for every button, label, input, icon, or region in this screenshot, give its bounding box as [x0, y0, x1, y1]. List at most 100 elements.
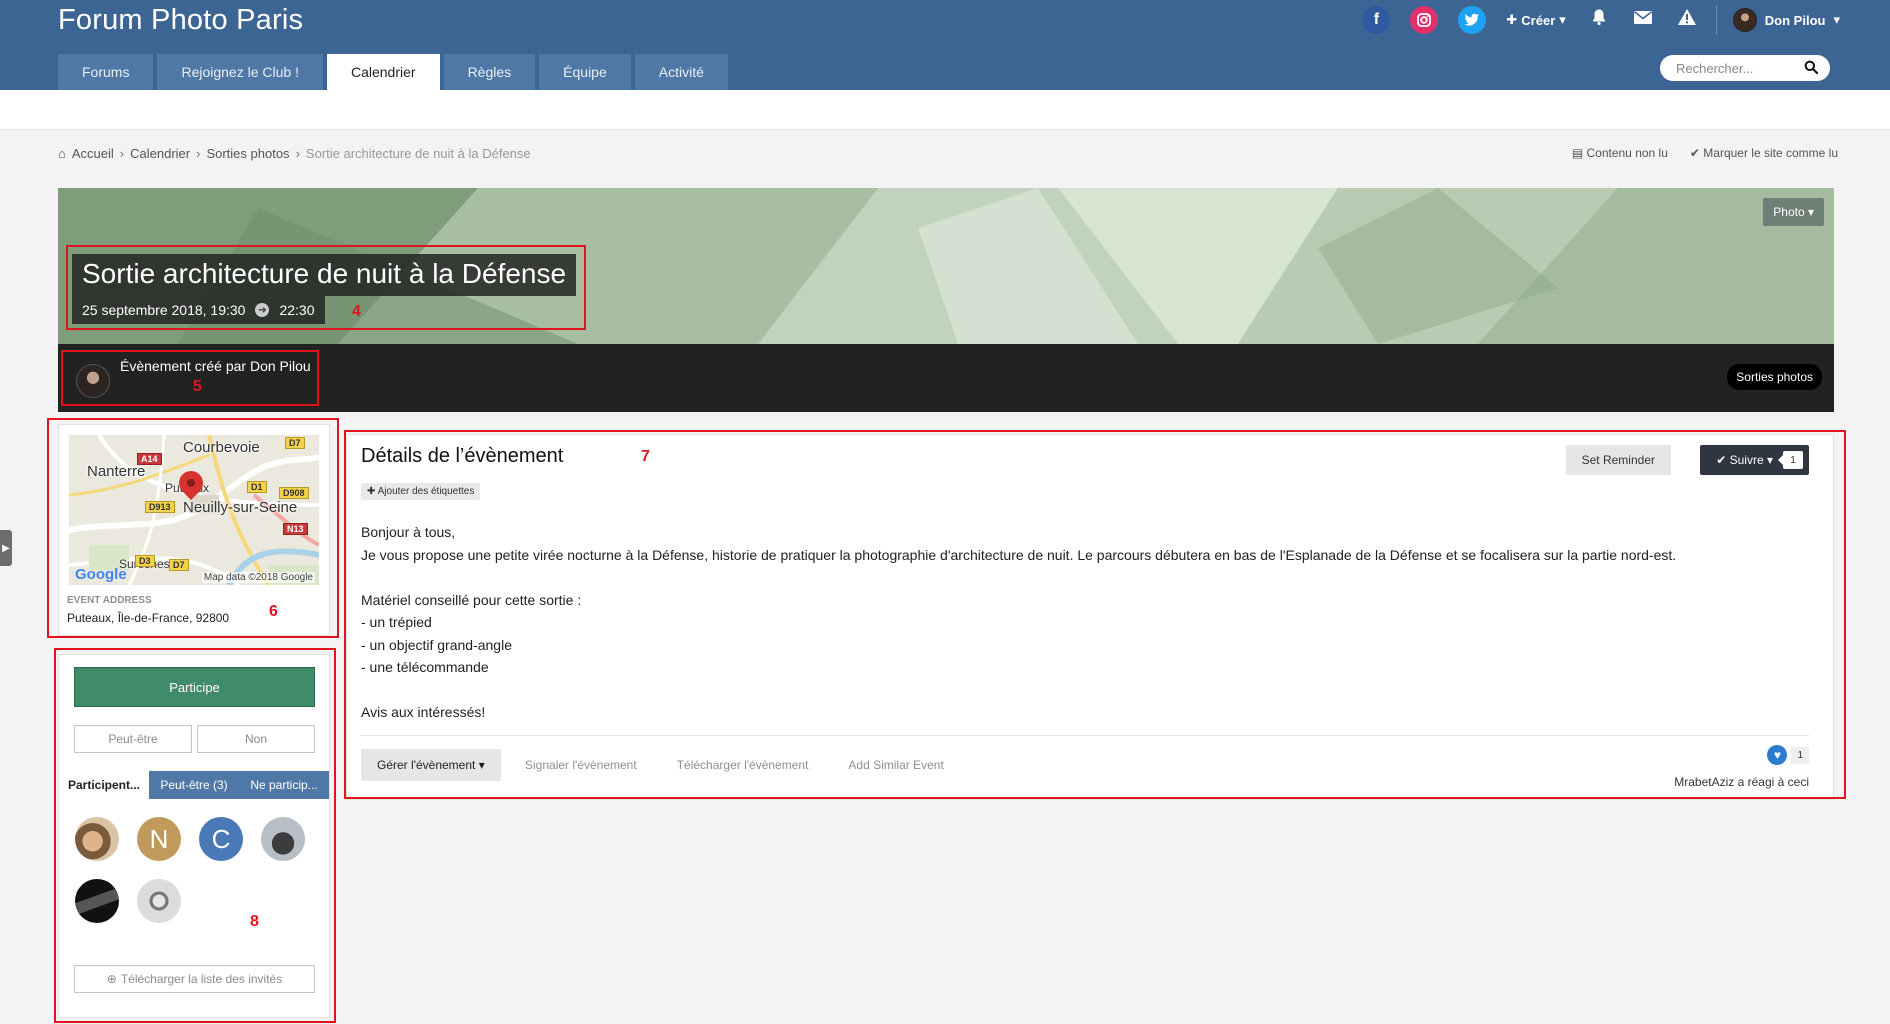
- tab-calendrier[interactable]: Calendrier: [326, 54, 440, 90]
- map-label-courbevoie: Courbevoie: [183, 439, 260, 456]
- event-title: Sortie architecture de nuit à la Défense: [72, 254, 577, 296]
- reaction-count: 1: [1791, 746, 1809, 764]
- site-actions: ▤ Contenu non lu ✔ Marquer le site comme…: [1572, 146, 1838, 160]
- photo-button-label: Photo: [1773, 205, 1805, 219]
- address-label: EVENT ADDRESS: [67, 595, 152, 606]
- search-icon[interactable]: [1804, 60, 1819, 77]
- manage-event-label: Gérer l'évènement: [377, 758, 476, 772]
- description-line: Je vous propose une petite virée nocturn…: [361, 546, 1677, 563]
- attendee-avatar[interactable]: [75, 817, 119, 861]
- tab-maybe[interactable]: Peut-être (3): [149, 771, 239, 799]
- road-d7: D7: [285, 437, 305, 449]
- main-nav: Forums Rejoignez le Club ! Calendrier Rè…: [58, 54, 728, 90]
- follow-button[interactable]: ✔ Suivre ▾ 1: [1700, 445, 1809, 475]
- check-icon: ✔: [1716, 453, 1730, 467]
- home-icon: ⌂: [58, 146, 66, 161]
- no-button[interactable]: Non: [197, 725, 315, 753]
- tab-attending[interactable]: Participent...: [59, 771, 149, 799]
- tab-club[interactable]: Rejoignez le Club !: [157, 54, 323, 90]
- annotation-number: 8: [250, 913, 259, 930]
- breadcrumb-calendar[interactable]: Calendrier: [130, 146, 190, 161]
- tab-activite[interactable]: Activité: [634, 54, 728, 90]
- attendee-avatar[interactable]: [261, 817, 305, 861]
- breadcrumb-current: Sortie architecture de nuit à la Défense: [305, 146, 531, 161]
- add-tags-button[interactable]: ✚ Ajouter des étiquettes: [361, 483, 481, 500]
- road-a14: A14: [137, 453, 162, 465]
- mark-read-link[interactable]: ✔ Marquer le site comme lu: [1690, 146, 1838, 160]
- tab-regles[interactable]: Règles: [443, 54, 536, 90]
- map-attribution: Map data ©2018 Google: [201, 572, 315, 583]
- attendee-list: N C: [75, 817, 315, 923]
- divider: [361, 735, 1809, 736]
- follow-label: Suivre: [1729, 453, 1764, 467]
- road-n13: N13: [283, 523, 308, 535]
- arrow-right-icon: ➔: [255, 303, 270, 317]
- manage-event-button[interactable]: Gérer l'évènement ▾: [361, 749, 501, 781]
- twitter-icon[interactable]: [1458, 6, 1487, 34]
- unread-content-link[interactable]: ▤ Contenu non lu: [1572, 146, 1668, 160]
- annotation-number: 5: [193, 378, 202, 395]
- road-d7-south: D7: [169, 559, 189, 571]
- heart-icon[interactable]: ♥: [1767, 745, 1788, 765]
- attendee-avatar[interactable]: C: [199, 817, 243, 861]
- follow-count: 1: [1778, 451, 1803, 469]
- header-separator: [1715, 5, 1717, 35]
- event-map[interactable]: Courbevoie Nanterre Puteaux Neuilly-sur-…: [69, 435, 319, 585]
- road-d908: D908: [279, 487, 309, 499]
- tab-not-attending[interactable]: Ne particip...: [239, 771, 329, 799]
- attendee-avatar[interactable]: [137, 879, 181, 923]
- avatar[interactable]: [76, 364, 110, 398]
- site-title[interactable]: Forum Photo Paris: [58, 4, 303, 37]
- map-label-nanterre: Nanterre: [87, 463, 146, 480]
- chevron-right-icon[interactable]: ▶: [0, 530, 12, 566]
- warning-icon[interactable]: [1676, 8, 1698, 32]
- road-d913: D913: [145, 501, 175, 513]
- event-description: Bonjour à tous, Je vous propose une peti…: [361, 521, 1676, 724]
- category-badge[interactable]: Sorties photos: [1727, 364, 1822, 390]
- download-guest-list-button[interactable]: ⊕ Télécharger la liste des invités: [74, 965, 315, 993]
- event-dates: 25 septembre 2018, 19:30 ➔ 22:30: [72, 296, 325, 324]
- creator-text: Évènement créé par Don Pilou: [120, 358, 311, 374]
- breadcrumb-category[interactable]: Sorties photos: [206, 146, 289, 161]
- add-similar-event-link[interactable]: Add Similar Event: [848, 758, 943, 772]
- avatar: [1732, 8, 1757, 32]
- tab-forums[interactable]: Forums: [58, 54, 154, 90]
- annotation-number: 6: [269, 603, 278, 620]
- tab-equipe[interactable]: Équipe: [539, 54, 631, 90]
- download-guest-list-label: Télécharger la liste des invités: [120, 972, 283, 986]
- description-line: Avis aux intéressés!: [361, 704, 486, 720]
- user-menu[interactable]: Don Pilou ▾: [1732, 8, 1840, 32]
- breadcrumb-home[interactable]: Accueil: [72, 146, 114, 161]
- photo-menu-button[interactable]: Photo ▾: [1763, 198, 1824, 226]
- unread-content-label: Contenu non lu: [1586, 146, 1668, 160]
- attendee-avatar[interactable]: [75, 879, 119, 923]
- bell-icon[interactable]: [1588, 8, 1610, 32]
- newspaper-icon: ▤: [1571, 146, 1587, 160]
- reaction-summary[interactable]: MrabetAziz a réagi à ceci: [1674, 775, 1809, 789]
- google-logo: Google: [75, 566, 127, 583]
- description-line: - une télécommande: [361, 659, 489, 675]
- event-location-card: Courbevoie Nanterre Puteaux Neuilly-sur-…: [58, 424, 330, 636]
- create-menu[interactable]: ✚ Créer ▾: [1506, 12, 1565, 28]
- road-d1: D1: [247, 481, 267, 493]
- create-label: Créer: [1521, 12, 1556, 28]
- search-placeholder: Rechercher...: [1676, 60, 1754, 76]
- download-event-link[interactable]: Télécharger l'évènement: [677, 758, 809, 772]
- search-input[interactable]: Rechercher...: [1660, 55, 1830, 81]
- maybe-button[interactable]: Peut-être: [74, 725, 192, 753]
- participate-button[interactable]: Participe: [74, 667, 315, 707]
- event-cover-photo: Photo ▾ Sortie architecture de nuit à la…: [58, 188, 1834, 344]
- attendee-avatar[interactable]: N: [137, 817, 181, 861]
- facebook-icon[interactable]: f: [1362, 6, 1391, 34]
- chevron-right-icon: ›: [119, 146, 125, 161]
- event-details-card: Détails de l’évènement ✚ Ajouter des éti…: [346, 434, 1834, 800]
- chevron-right-icon: ›: [196, 146, 201, 161]
- report-event-link[interactable]: Signaler l'évènement: [525, 758, 637, 772]
- description-line: - un trépied: [361, 614, 432, 630]
- event-end: 22:30: [279, 302, 315, 318]
- envelope-icon[interactable]: [1632, 9, 1654, 31]
- set-reminder-button[interactable]: Set Reminder: [1565, 445, 1671, 475]
- instagram-icon[interactable]: [1410, 6, 1439, 34]
- reactions[interactable]: ♥ 1: [1767, 745, 1809, 765]
